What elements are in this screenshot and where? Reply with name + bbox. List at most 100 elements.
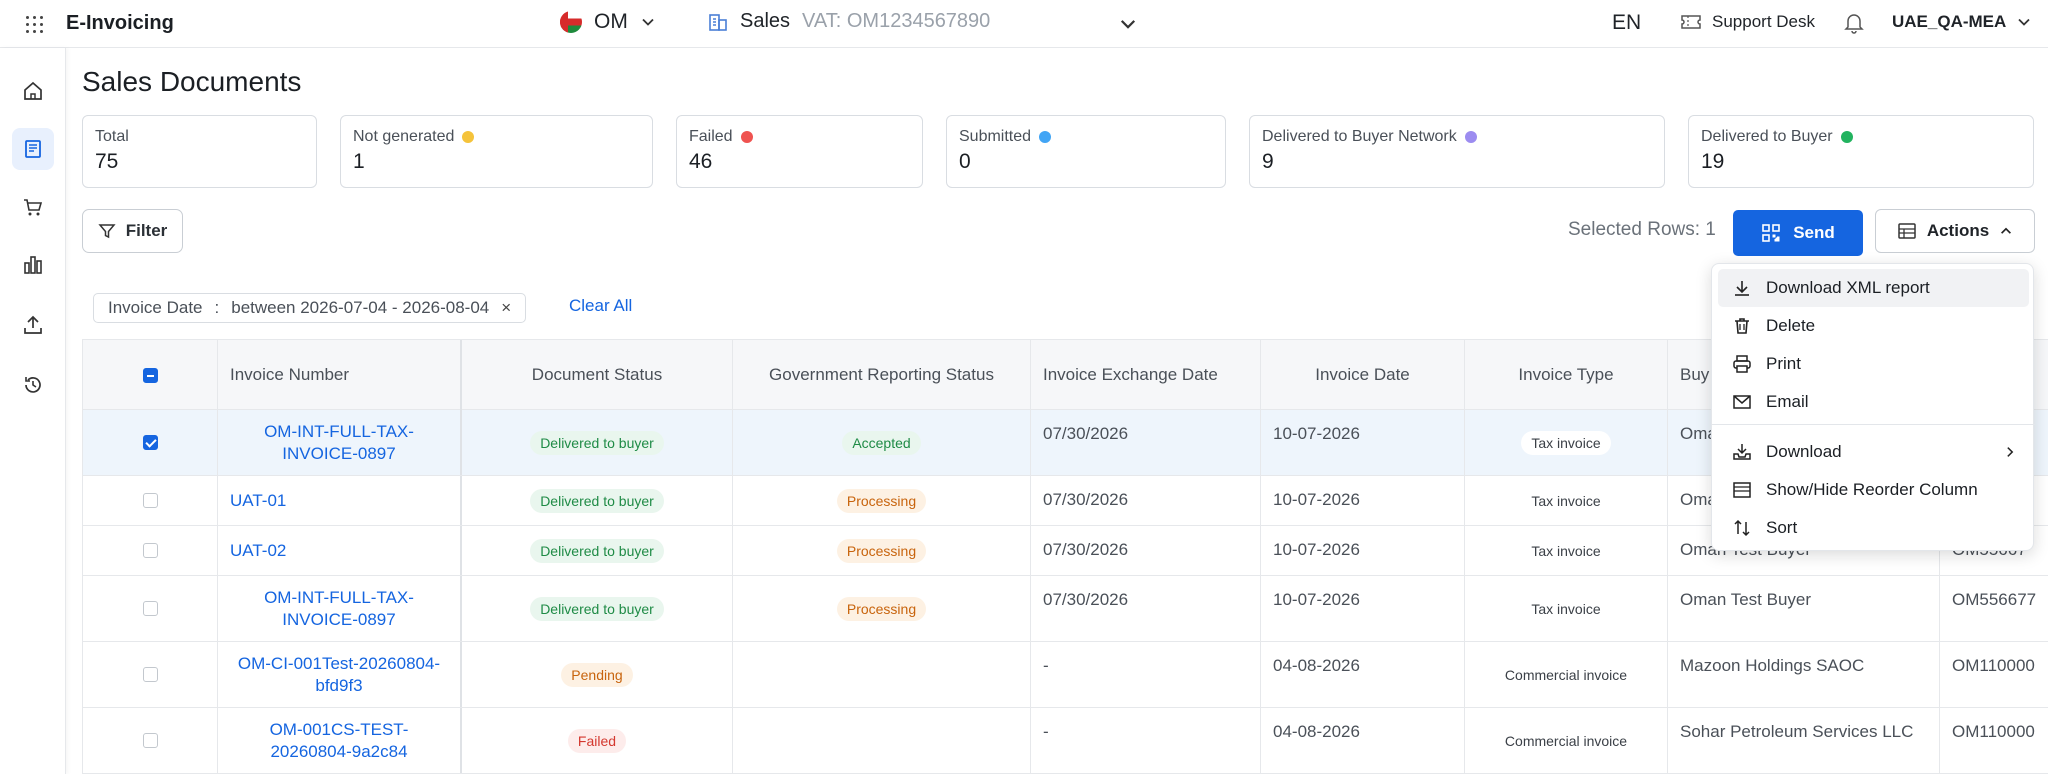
exchange-date: 07/30/2026: [1031, 576, 1261, 641]
menu-item-delete[interactable]: Delete: [1718, 307, 2029, 345]
buyer-vat: OM110000: [1940, 708, 2048, 773]
buyer-name: Oman Test Buyer: [1668, 576, 1940, 641]
stat-card-delivered-buyer[interactable]: Delivered to Buyer 19: [1688, 115, 2034, 188]
exchange-date: 07/30/2026: [1031, 476, 1261, 525]
invoice-type: Commercial invoice: [1504, 732, 1628, 749]
bar-chart-icon: [24, 256, 42, 274]
cart-icon: [24, 199, 43, 216]
table-row[interactable]: OM-CI-001Test-20260804-bfd9f3 Pending - …: [83, 642, 2048, 708]
column-header[interactable]: Invoice Exchange Date: [1031, 340, 1261, 410]
column-header[interactable]: Invoice Date: [1261, 340, 1465, 410]
stat-label: Submitted: [959, 128, 1032, 145]
stat-label: Failed: [689, 128, 733, 145]
menu-item-print[interactable]: Print: [1718, 345, 2029, 383]
close-icon[interactable]: ×: [501, 298, 511, 318]
actions-button[interactable]: Actions: [1875, 209, 2035, 253]
invoice-number-link[interactable]: OM-INT-FULL-TAX-INVOICE-0897: [230, 587, 448, 631]
sidebar-item-upload[interactable]: [12, 304, 54, 346]
column-header[interactable]: Document Status: [462, 340, 733, 410]
exchange-date: -: [1031, 708, 1261, 773]
sidebar-item-home[interactable]: [12, 70, 54, 112]
invoice-number-link[interactable]: OM-CI-001Test-20260804-bfd9f3: [230, 653, 448, 697]
invoice-date: 04-08-2026: [1261, 642, 1465, 707]
column-header[interactable]: Invoice Number: [218, 340, 462, 410]
chevron-down-icon: [642, 18, 654, 26]
stat-label: Delivered to Buyer: [1701, 128, 1833, 145]
menu-item-label: Download: [1766, 442, 1842, 461]
exchange-date: -: [1031, 642, 1261, 707]
stat-card-failed[interactable]: Failed 46: [676, 115, 923, 188]
stat-card-total[interactable]: Total 75: [82, 115, 317, 188]
row-checkbox[interactable]: [142, 543, 158, 558]
invoice-number-link[interactable]: UAT-02: [230, 540, 286, 562]
buyer-name: Mazoon Holdings SAOC: [1668, 642, 1940, 707]
support-desk-label: Support Desk: [1712, 12, 1815, 31]
status-dot: [740, 131, 753, 143]
invoice-number-link[interactable]: UAT-01: [230, 490, 286, 512]
filter-button[interactable]: Filter: [82, 209, 183, 253]
history-icon: [25, 377, 41, 393]
invoice-type-badge: Tax invoice: [1521, 430, 1611, 455]
country-selector[interactable]: OM: [560, 10, 656, 34]
invoice-number-link[interactable]: OM-INT-FULL-TAX-INVOICE-0897: [230, 421, 448, 465]
send-button[interactable]: Send: [1733, 210, 1863, 256]
user-menu[interactable]: UAE_QA-MEA: [1892, 12, 2032, 32]
document-status-badge: Delivered to buyer: [530, 538, 664, 563]
upload-icon: [24, 315, 42, 334]
menu-item-download[interactable]: Download: [1718, 433, 2029, 471]
support-desk-link[interactable]: Support Desk: [1680, 12, 1815, 32]
app-title: E-Invoicing: [66, 12, 174, 34]
building-icon: [709, 13, 727, 31]
language-selector[interactable]: EN: [1612, 11, 1641, 35]
menu-item-label: Download XML report: [1766, 278, 1930, 297]
select-all-checkbox[interactable]: [142, 367, 158, 383]
filter-label: Filter: [125, 221, 168, 240]
document-status-badge: Pending: [561, 662, 633, 687]
column-header[interactable]: Government Reporting Status: [733, 340, 1031, 410]
menu-item-label: Show/Hide Reorder Column: [1766, 480, 1978, 499]
column-header[interactable]: Invoice Type: [1465, 340, 1668, 410]
exchange-date: 07/30/2026: [1031, 410, 1261, 475]
table-row[interactable]: OM-INT-FULL-TAX-INVOICE-0897 Delivered t…: [83, 576, 2048, 642]
top-bar: E-Invoicing OM Sales VAT: OM1234567890 E…: [0, 0, 2048, 48]
row-checkbox[interactable]: [142, 493, 158, 508]
menu-item-sort[interactable]: Sort: [1718, 509, 2029, 547]
menu-item-download-xml[interactable]: Download XML report: [1718, 269, 2029, 307]
status-dot: [1840, 131, 1853, 143]
menu-item-label: Sort: [1766, 518, 1798, 537]
invoice-date: 10-07-2026: [1261, 576, 1465, 641]
government-status-badge: Processing: [836, 538, 927, 563]
user-label: UAE_QA-MEA: [1892, 12, 2007, 31]
row-checkbox[interactable]: [142, 667, 158, 682]
row-checkbox[interactable]: [142, 601, 158, 616]
chevron-up-icon: [2001, 227, 2012, 234]
selected-rows-count: Selected Rows: 1: [1568, 219, 1716, 240]
menu-item-show-hide-columns[interactable]: Show/Hide Reorder Column: [1718, 471, 2029, 509]
invoice-number-link[interactable]: OM-001CS-TEST-20260804-9a2c84: [230, 719, 448, 763]
stat-card-not-generated[interactable]: Not generated 1: [340, 115, 653, 188]
exchange-date: 07/30/2026: [1031, 526, 1261, 575]
bell-icon[interactable]: [1844, 12, 1864, 34]
stat-card-submitted[interactable]: Submitted 0: [946, 115, 1226, 188]
stat-card-delivered-network[interactable]: Delivered to Buyer Network 9: [1249, 115, 1665, 188]
entity-selector[interactable]: Sales VAT: OM1234567890: [708, 10, 990, 33]
menu-item-email[interactable]: Email: [1718, 383, 2029, 421]
ticket-icon: [1681, 15, 1701, 29]
row-checkbox[interactable]: [142, 733, 158, 748]
table-row[interactable]: OM-001CS-TEST-20260804-9a2c84 Failed - 0…: [83, 708, 2048, 774]
invoice-date: 10-07-2026: [1261, 410, 1465, 475]
chevron-down-icon[interactable]: [1118, 14, 1138, 34]
trash-icon: [1735, 318, 1749, 334]
clear-all-link[interactable]: Clear All: [569, 296, 632, 316]
sidebar-item-history[interactable]: [12, 364, 54, 406]
stat-label: Not generated: [353, 128, 455, 145]
buyer-vat: OM110000: [1940, 642, 2048, 707]
stat-value: 1: [353, 150, 365, 173]
sidebar-item-purchases[interactable]: [12, 186, 54, 228]
row-checkbox[interactable]: [142, 435, 158, 450]
sidebar-item-reports[interactable]: [12, 244, 54, 286]
status-dot: [462, 131, 475, 143]
sidebar-item-documents[interactable]: [12, 128, 54, 170]
app-grid-icon[interactable]: [24, 14, 44, 34]
status-dot: [1039, 131, 1052, 143]
